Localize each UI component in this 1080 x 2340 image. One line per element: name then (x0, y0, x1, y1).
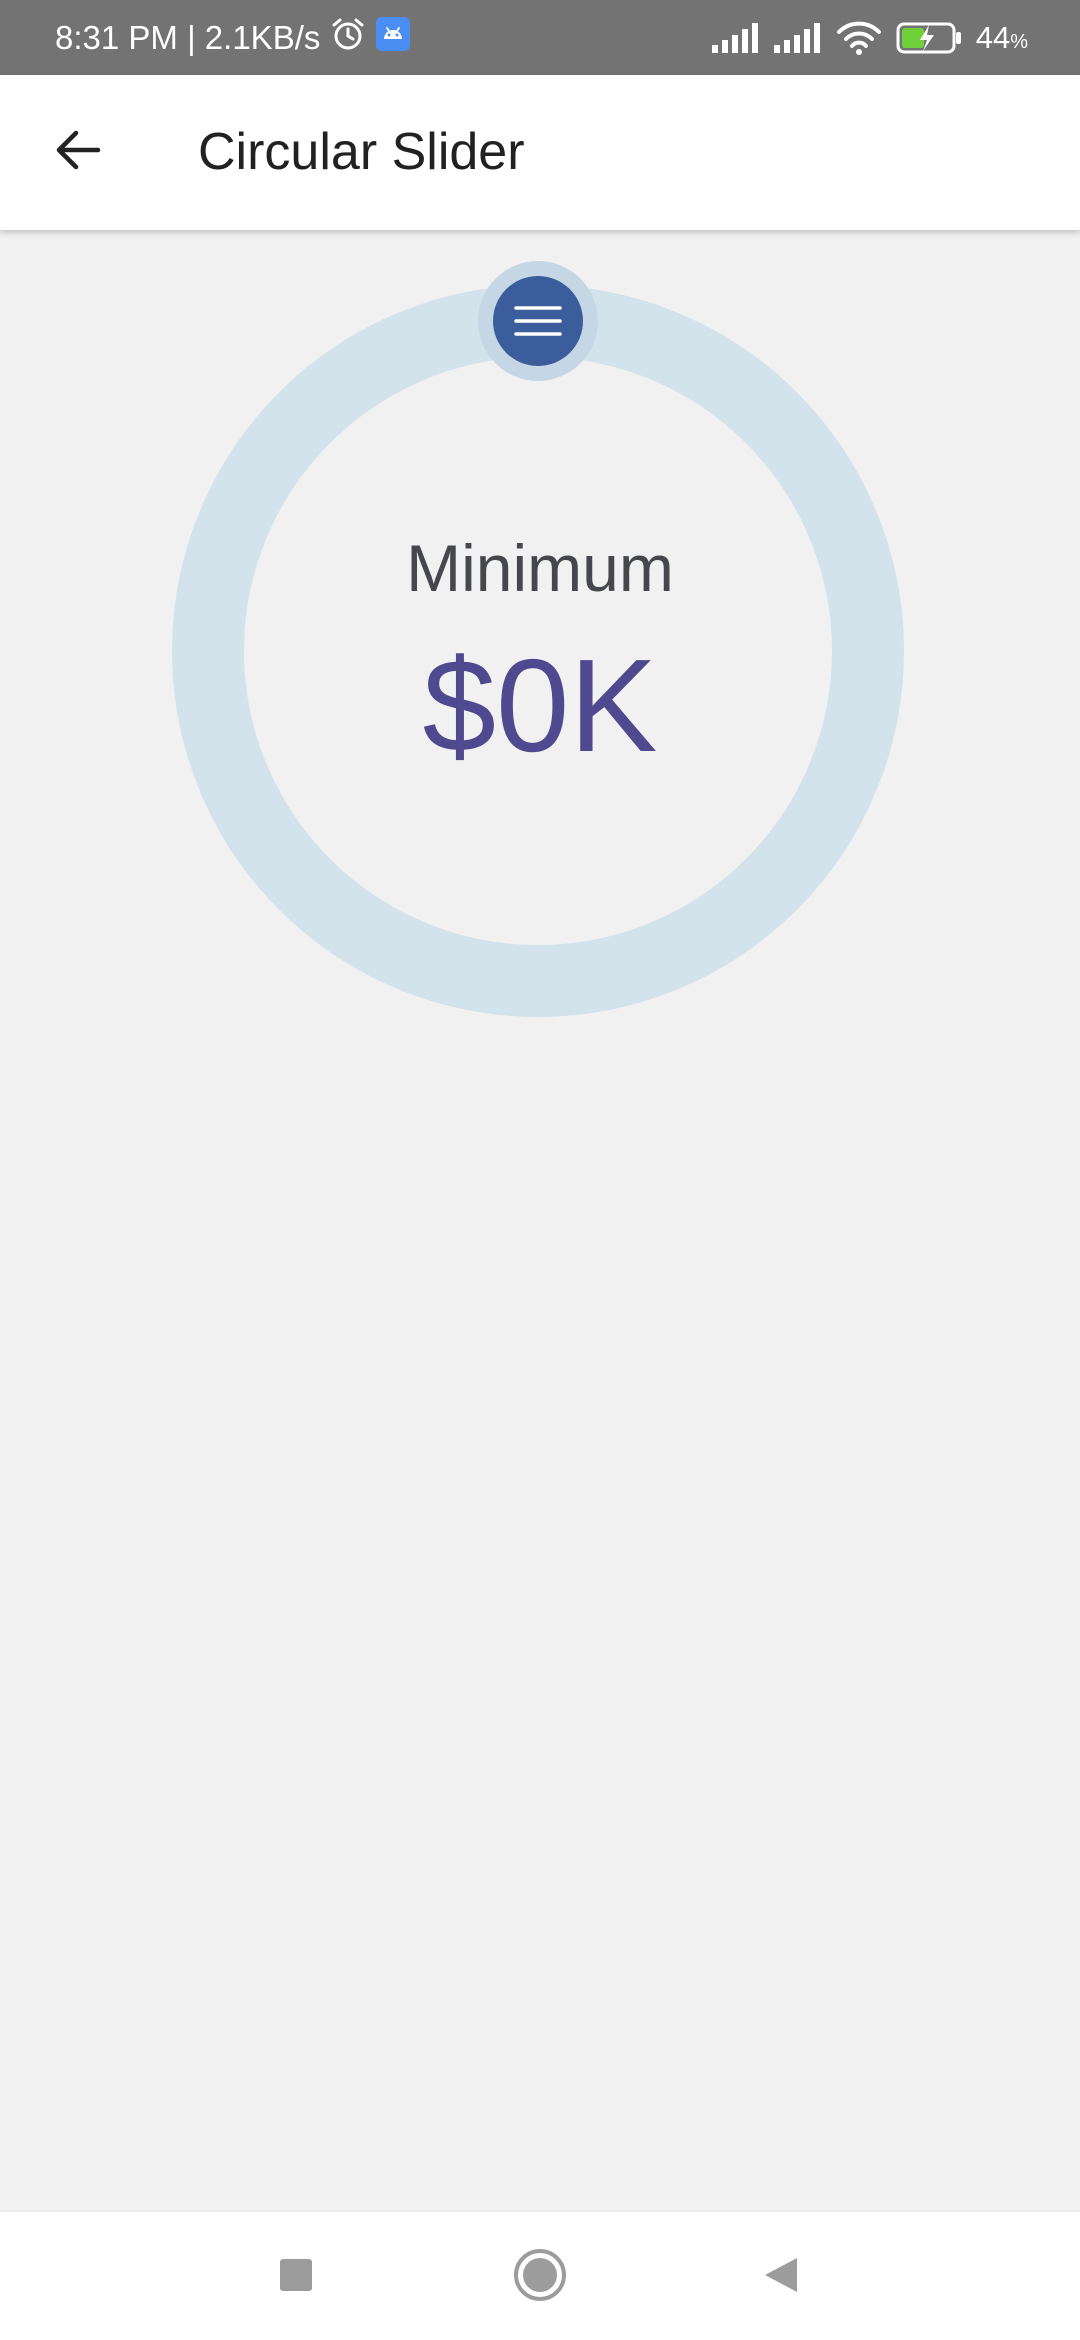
back-button[interactable] (40, 115, 115, 190)
status-right: 44% (711, 0, 1028, 75)
alarm-icon (330, 16, 366, 60)
slider-thumb[interactable] (478, 261, 598, 381)
battery-percent: 44% (975, 19, 1028, 55)
home-button[interactable] (500, 2237, 580, 2317)
android-app-icon (376, 16, 411, 59)
signal-icon (773, 22, 822, 53)
status-bar: 8:31 PM | 2.1KB/s 44% (0, 0, 1080, 75)
battery-charging-icon (896, 21, 962, 55)
home-icon (512, 2247, 568, 2308)
page-title: Circular Slider (198, 123, 525, 181)
wifi-icon (836, 21, 882, 55)
app-bar: Circular Slider (0, 75, 1080, 230)
nav-back-button[interactable] (741, 2237, 821, 2317)
status-time-speed: 8:31 PM | 2.1KB/s (55, 18, 321, 56)
circular-slider-area: Minimum $0K (0, 230, 1080, 2210)
recent-apps-icon (278, 2257, 314, 2298)
arrow-left-icon (52, 124, 104, 181)
signal-icon (711, 22, 760, 53)
slider-label: Minimum (406, 531, 674, 605)
status-left: 8:31 PM | 2.1KB/s (55, 0, 411, 75)
back-icon (761, 2255, 801, 2300)
navigation-bar (0, 2210, 1080, 2340)
recent-apps-button[interactable] (256, 2237, 336, 2317)
slider-value: $0K (422, 632, 658, 779)
